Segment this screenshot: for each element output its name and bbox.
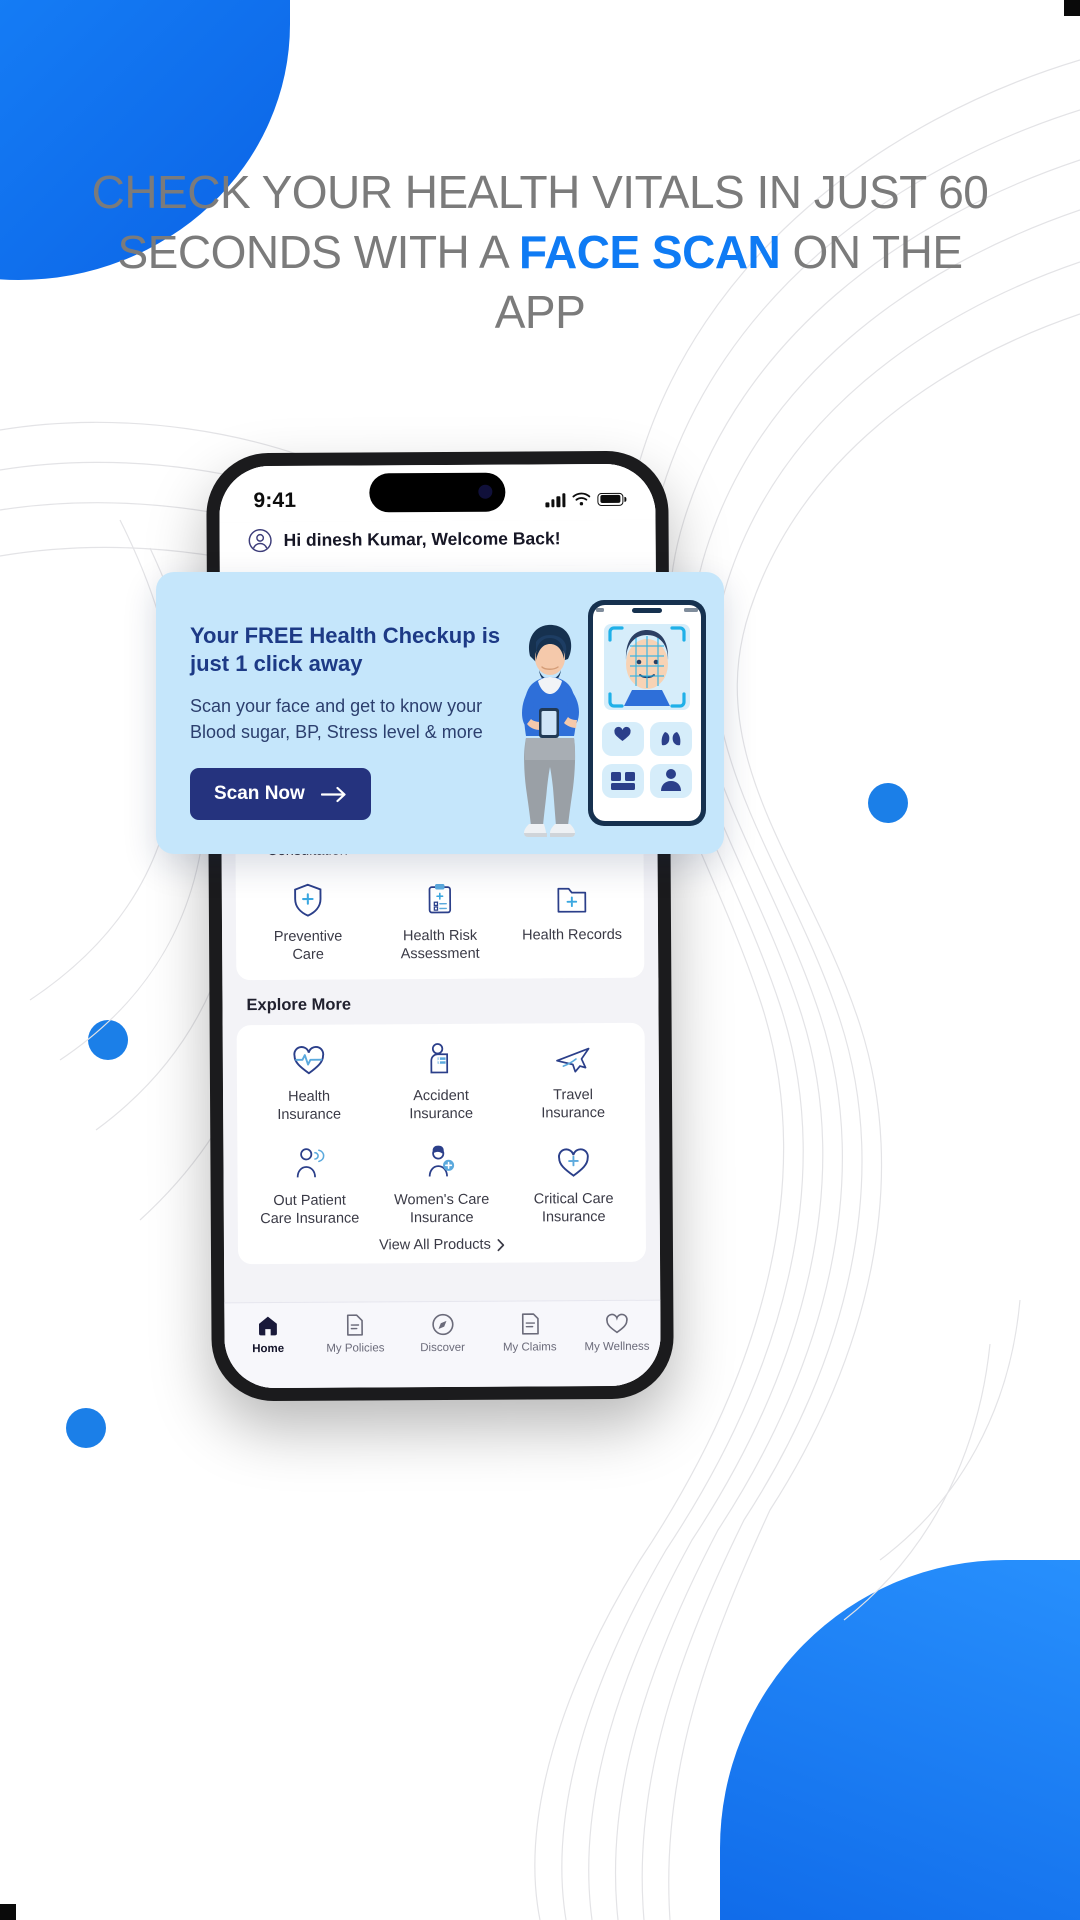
tile-label: Health Records	[522, 926, 623, 944]
nav-item-home[interactable]: Home	[224, 1313, 311, 1356]
service-tile[interactable]: Preventive Care	[242, 880, 375, 964]
nav-item-label: Discover	[420, 1341, 465, 1355]
tile-label: Preventive Care	[273, 928, 343, 963]
airplane-icon	[556, 1047, 590, 1073]
face-scan-promo-card: Your FREE Health Checkup is just 1 click…	[156, 572, 724, 854]
tile-label: Accident Insurance	[409, 1087, 474, 1123]
bottom-navigation-bar: Home My Policies Discover My Claims My Welln…	[224, 1299, 661, 1389]
tile-label: Out Patient Care Insurance	[260, 1192, 360, 1227]
man-figure	[522, 624, 579, 837]
promo-heading: Your FREE Health Checkup is just 1 click…	[190, 623, 501, 676]
greeting-text: Hi dinesh Kumar, Welcome Back!	[283, 528, 561, 550]
home-icon	[259, 1316, 278, 1336]
explore-tile[interactable]: Critical Care Insurance	[507, 1142, 640, 1226]
explore-more-card: Health Insurance Accident Insurance Travel In…	[236, 1022, 647, 1265]
tile-label: Health Insurance	[277, 1088, 342, 1124]
dynamic-island	[369, 472, 506, 513]
explore-tile[interactable]: Health Insurance	[243, 1040, 376, 1124]
view-all-products-label: View All Products	[379, 1236, 491, 1254]
promo-body: Scan your face and get to know your Bloo…	[190, 695, 483, 742]
nav-item-label: My Wellness	[584, 1340, 650, 1354]
nav-item-label: My Claims	[502, 1341, 557, 1354]
clipboard-icon	[428, 883, 452, 913]
front-camera-icon	[478, 484, 493, 499]
nav-item-my-claims[interactable]: My Claims	[486, 1311, 573, 1354]
chevron-right-icon	[497, 1238, 505, 1251]
document-icon	[347, 1314, 364, 1336]
explore-tile[interactable]: Out Patient Care Insurance	[243, 1144, 376, 1228]
man-with-phone-facescan-illustration	[522, 600, 706, 837]
scan-now-button[interactable]: Scan Now	[190, 768, 371, 820]
greeting-row[interactable]: Hi dinesh Kumar, Welcome Back!	[219, 519, 656, 568]
tile-label: Health Risk Assessment	[400, 927, 480, 963]
shield-plus-icon	[294, 883, 322, 917]
nav-item-my-wellness[interactable]: My Wellness	[573, 1311, 660, 1354]
heart-pulse-icon	[293, 1046, 325, 1075]
compass-icon	[431, 1313, 454, 1336]
claims-icon	[521, 1313, 539, 1335]
folder-plus-icon	[557, 887, 587, 913]
cellular-bars-icon	[545, 492, 566, 507]
heart-plus-icon	[558, 1147, 589, 1177]
woman-plus-icon	[428, 1145, 455, 1177]
battery-icon	[597, 492, 624, 506]
explore-more-title: Explore More	[222, 977, 659, 1026]
promo-text-block: Your FREE Health Checkup is just 1 click…	[190, 622, 520, 745]
scan-now-label: Scan Now	[214, 783, 305, 804]
wellness-heart-icon	[605, 1313, 628, 1334]
page-headline: CHECK YOUR HEALTH VITALS IN JUST 60 SECO…	[90, 162, 990, 342]
facescan-phone-illustration	[588, 600, 706, 826]
status-time: 9:41	[253, 488, 297, 513]
tile-label: Women's Care Insurance	[394, 1191, 490, 1227]
nav-item-label: My Policies	[326, 1342, 385, 1355]
status-bar: 9:41	[219, 463, 656, 523]
nav-item-label: Home	[252, 1342, 285, 1356]
service-tile[interactable]: Health Risk Assessment	[374, 879, 507, 963]
wifi-icon	[572, 492, 591, 506]
injured-person-icon	[430, 1043, 449, 1074]
service-tile[interactable]: Health Records	[506, 878, 639, 962]
tile-label: Critical Care Insurance	[533, 1190, 614, 1226]
nav-item-my-policies[interactable]: My Policies	[312, 1312, 399, 1355]
tile-label: Travel Insurance	[541, 1087, 606, 1122]
explore-tile[interactable]: Women's Care Insurance	[375, 1143, 508, 1227]
explore-grid: Health Insurance Accident Insurance Travel In…	[243, 1039, 640, 1228]
explore-tile[interactable]: Travel Insurance	[507, 1039, 640, 1123]
headline-highlight: FACE SCAN	[518, 226, 781, 278]
user-avatar-icon	[248, 529, 272, 553]
view-all-products-link[interactable]: View All Products	[244, 1226, 640, 1260]
explore-tile[interactable]: Accident Insurance	[375, 1040, 508, 1124]
status-icons	[545, 491, 624, 507]
patient-care-icon	[296, 1147, 325, 1177]
nav-item-discover[interactable]: Discover	[399, 1312, 486, 1355]
arrow-right-icon	[320, 786, 346, 802]
